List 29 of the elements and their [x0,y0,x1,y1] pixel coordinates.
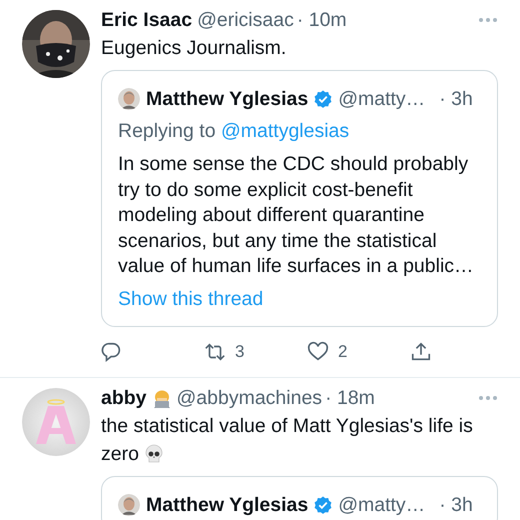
timestamp: · 10m [296,8,347,32]
tweet-text: the statistical value of Matt Yglesias's life is zero [101,414,473,464]
quoted-tweet-card[interactable] [101,70,498,326]
avatar [118,494,140,516]
timestamp: · 3h [439,492,473,516]
avatar [118,88,140,110]
author-name: Matthew Yglesias [146,87,308,111]
quoted-tweet-card[interactable]: Matthew Yglesias @matty… · 3h [101,476,498,520]
tweet-text: Eugenics Journalism. [101,37,286,59]
user-handle: @matty… [338,87,426,111]
timestamp: · 18m [325,386,375,410]
action-count: 3 [235,342,244,362]
retweet-icon[interactable] [204,340,226,362]
quoted-tweet-text: In some sense the CDC should probably try to do some explicit cost-benefit modeling about different quarantine scenarios, but any time the statistical value of human life surfaces in a public… [118,152,475,279]
action-count: 2 [338,342,348,362]
reply-context: Replying to @mattyglesias [118,119,350,144]
user-handle: @ericisaac [197,8,294,32]
author-name: Matthew Yglesias [146,492,308,516]
show-thread-link[interactable]: Show this thread [118,286,264,312]
mention-link[interactable]: @mattyglesias [220,120,350,142]
share-icon[interactable] [410,340,432,362]
author-name: Eric Isaac [101,8,192,32]
timestamp: · 3h [439,87,473,111]
user-handle: @matty… [338,492,426,516]
author-name: abby [101,386,147,410]
user-handle: @abbymachines [176,386,322,410]
avatar[interactable] [22,10,90,78]
reply-icon[interactable] [101,340,123,362]
heart-icon[interactable] [307,340,329,362]
